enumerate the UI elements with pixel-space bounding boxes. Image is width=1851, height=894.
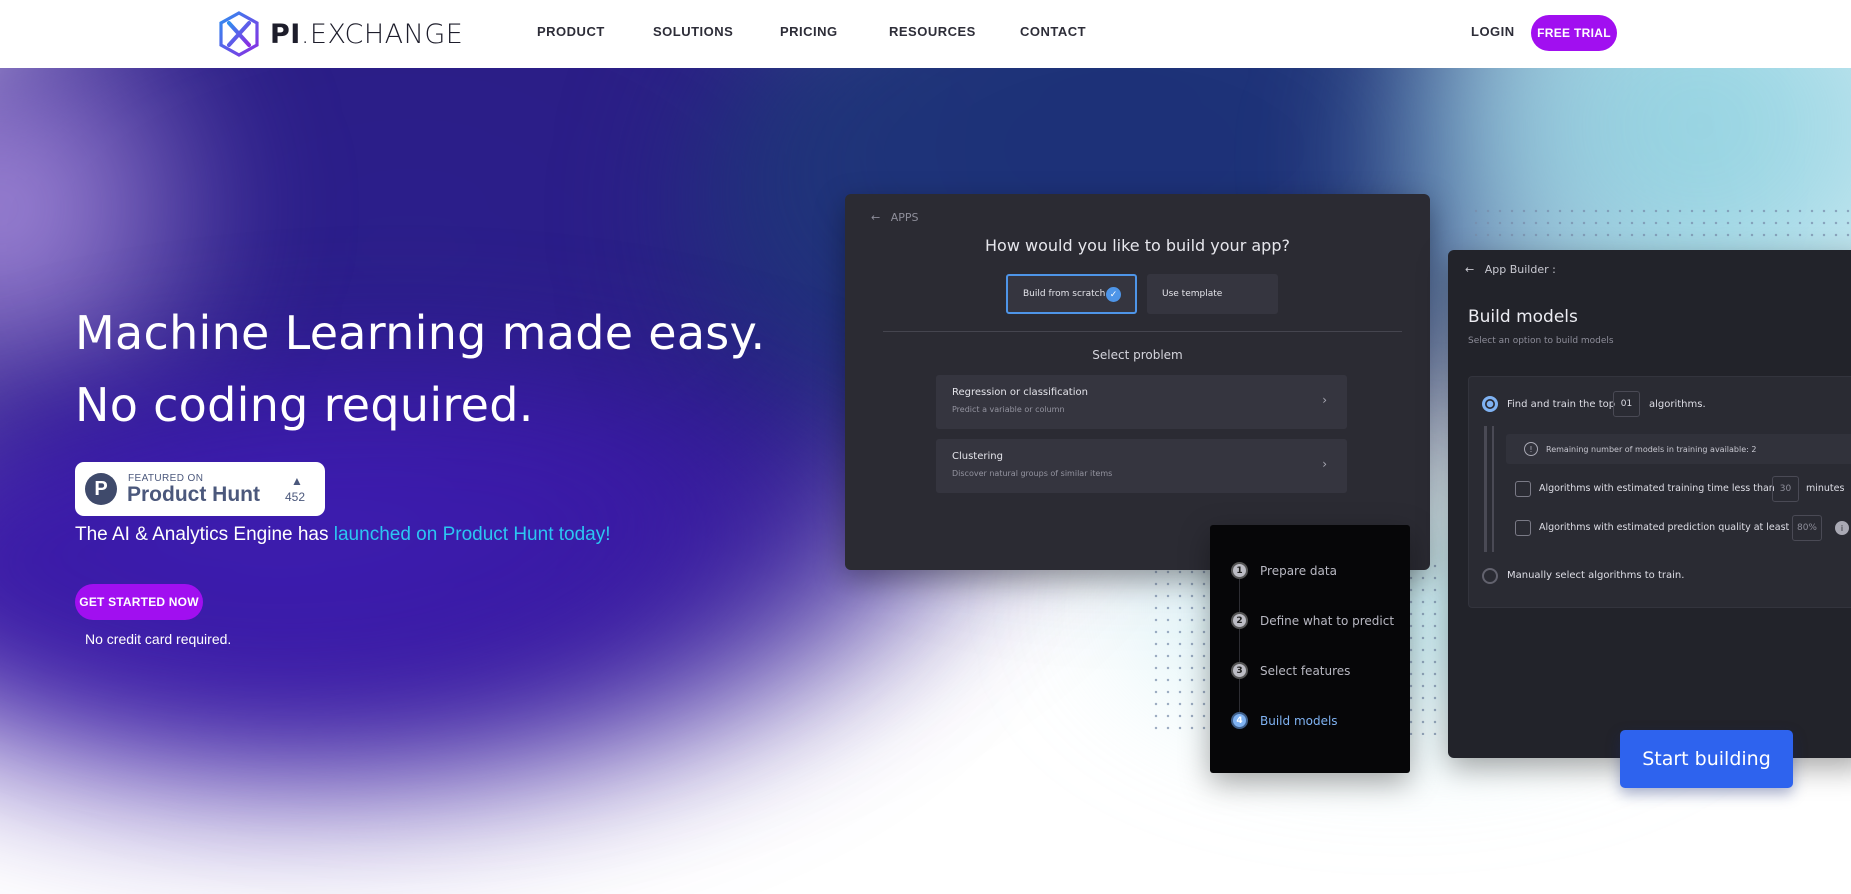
hero-tagline: The AI & Analytics Engine has launched o… bbox=[75, 524, 611, 546]
manual-select-radio[interactable] bbox=[1482, 568, 1498, 584]
select-problem-heading: Select problem bbox=[1092, 348, 1183, 362]
build-models-title: Build models bbox=[1468, 307, 1578, 327]
problem-title: Regression or classification bbox=[952, 387, 1088, 398]
no-credit-card-note: No credit card required. bbox=[85, 631, 232, 647]
free-trial-button[interactable]: FREE TRIAL bbox=[1531, 15, 1617, 51]
app-builder-title: App Builder : bbox=[1484, 263, 1556, 276]
steps-connector bbox=[1239, 575, 1240, 725]
step-number: 3 bbox=[1231, 662, 1248, 679]
time-unit-label: minutes bbox=[1806, 483, 1845, 494]
nav-pricing[interactable]: PRICING bbox=[780, 24, 838, 39]
problem-clustering[interactable]: Clustering Discover natural groups of si… bbox=[936, 439, 1347, 493]
step-select-features[interactable]: 3 Select features bbox=[1231, 662, 1350, 679]
divider bbox=[883, 331, 1402, 332]
step-label: Prepare data bbox=[1260, 563, 1337, 578]
tagline-text: The AI & Analytics Engine has bbox=[75, 524, 334, 545]
product-hunt-link[interactable]: launched on Product Hunt today! bbox=[334, 524, 611, 545]
hero-headline: Machine Learning made easy. No coding re… bbox=[75, 297, 765, 441]
remaining-models-text: Remaining number of models in training a… bbox=[1546, 445, 1757, 454]
top-nav: PI.EXCHANGE PRODUCT SOLUTIONS PRICING RE… bbox=[0, 0, 1851, 68]
indent-bar bbox=[1492, 426, 1494, 552]
dot-pattern bbox=[1405, 560, 1445, 735]
dot-pattern bbox=[1470, 205, 1851, 245]
app-builder-header[interactable]: ← App Builder : bbox=[1465, 263, 1556, 276]
time-limit-input[interactable]: 30 bbox=[1772, 476, 1799, 502]
login-link[interactable]: LOGIN bbox=[1471, 24, 1515, 39]
check-circle-icon: ✓ bbox=[1106, 287, 1121, 302]
step-prepare-data[interactable]: 1 Prepare data bbox=[1231, 562, 1337, 579]
apps-back-label: APPS bbox=[890, 211, 919, 224]
indent-bar bbox=[1484, 426, 1487, 552]
find-top-radio[interactable] bbox=[1482, 396, 1498, 412]
nav-resources[interactable]: RESOURCES bbox=[889, 24, 976, 39]
upvote-count: 452 bbox=[285, 490, 306, 504]
build-from-scratch-label: Build from scratch bbox=[1023, 289, 1106, 299]
product-hunt-logo-icon: P bbox=[85, 473, 117, 505]
product-hunt-badge[interactable]: P FEATURED ON Product Hunt ▲ 452 bbox=[75, 462, 325, 516]
nav-contact[interactable]: CONTACT bbox=[1020, 24, 1086, 39]
nav-solutions[interactable]: SOLUTIONS bbox=[653, 24, 733, 39]
quality-info-icon[interactable]: i bbox=[1835, 521, 1849, 535]
step-label: Build models bbox=[1260, 713, 1338, 728]
step-number: 1 bbox=[1231, 562, 1248, 579]
build-models-subtitle: Select an option to build models bbox=[1468, 336, 1614, 346]
time-limit-checkbox[interactable] bbox=[1515, 481, 1531, 497]
problem-title: Clustering bbox=[952, 451, 1003, 462]
chevron-right-icon: › bbox=[1322, 457, 1327, 471]
start-building-button[interactable]: Start building bbox=[1620, 730, 1793, 788]
step-define-target[interactable]: 2 Define what to predict bbox=[1231, 612, 1394, 629]
hero-headline-line-1: Machine Learning made easy. bbox=[75, 306, 766, 360]
manual-select-label: Manually select algorithms to train. bbox=[1507, 570, 1685, 581]
app-builder-screen: ← App Builder : Build models Select an o… bbox=[1448, 250, 1851, 758]
build-app-screen: ← APPS How would you like to build your … bbox=[845, 194, 1430, 570]
step-number: 4 bbox=[1231, 712, 1248, 729]
chevron-right-icon: › bbox=[1322, 393, 1327, 407]
problem-description: Discover natural groups of similar items bbox=[952, 469, 1113, 478]
arrow-left-icon: ← bbox=[1465, 263, 1475, 276]
step-label: Define what to predict bbox=[1260, 613, 1395, 628]
brand-logo[interactable]: PI.EXCHANGE bbox=[216, 9, 463, 59]
find-top-label: Find and train the top bbox=[1507, 399, 1616, 410]
get-started-button[interactable]: GET STARTED NOW bbox=[75, 584, 203, 620]
build-app-title: How would you like to build your app? bbox=[985, 236, 1290, 255]
upvote-arrow-icon: ▲ bbox=[291, 474, 303, 488]
step-label: Select features bbox=[1260, 663, 1351, 678]
problem-regression-classification[interactable]: Regression or classification Predict a v… bbox=[936, 375, 1347, 429]
product-hunt-name: Product Hunt bbox=[127, 483, 260, 506]
quality-label: Algorithms with estimated prediction qua… bbox=[1539, 522, 1790, 533]
brand-wordmark: PI.EXCHANGE bbox=[270, 18, 464, 50]
arrow-left-icon: ← bbox=[871, 211, 881, 224]
hero-headline-line-2: No coding required. bbox=[75, 378, 534, 432]
find-top-suffix: algorithms. bbox=[1649, 399, 1706, 410]
steps-panel: 1 Prepare data 2 Define what to predict … bbox=[1210, 525, 1410, 773]
step-number: 2 bbox=[1231, 612, 1248, 629]
top-count-input[interactable]: 01 bbox=[1613, 391, 1640, 417]
quality-input[interactable]: 80% bbox=[1792, 515, 1822, 541]
hexagon-logo-icon bbox=[219, 11, 259, 57]
time-limit-label: Algorithms with estimated training time … bbox=[1539, 483, 1775, 494]
info-icon: ! bbox=[1524, 442, 1538, 456]
problem-description: Predict a variable or column bbox=[952, 405, 1065, 414]
nav-product[interactable]: PRODUCT bbox=[537, 24, 605, 39]
step-build-models[interactable]: 4 Build models bbox=[1231, 712, 1338, 729]
apps-back-link[interactable]: ← APPS bbox=[871, 211, 919, 224]
build-from-scratch-option[interactable]: Build from scratch ✓ bbox=[1006, 274, 1137, 314]
use-template-label: Use template bbox=[1162, 289, 1223, 299]
use-template-option[interactable]: Use template bbox=[1147, 274, 1278, 314]
quality-checkbox[interactable] bbox=[1515, 520, 1531, 536]
